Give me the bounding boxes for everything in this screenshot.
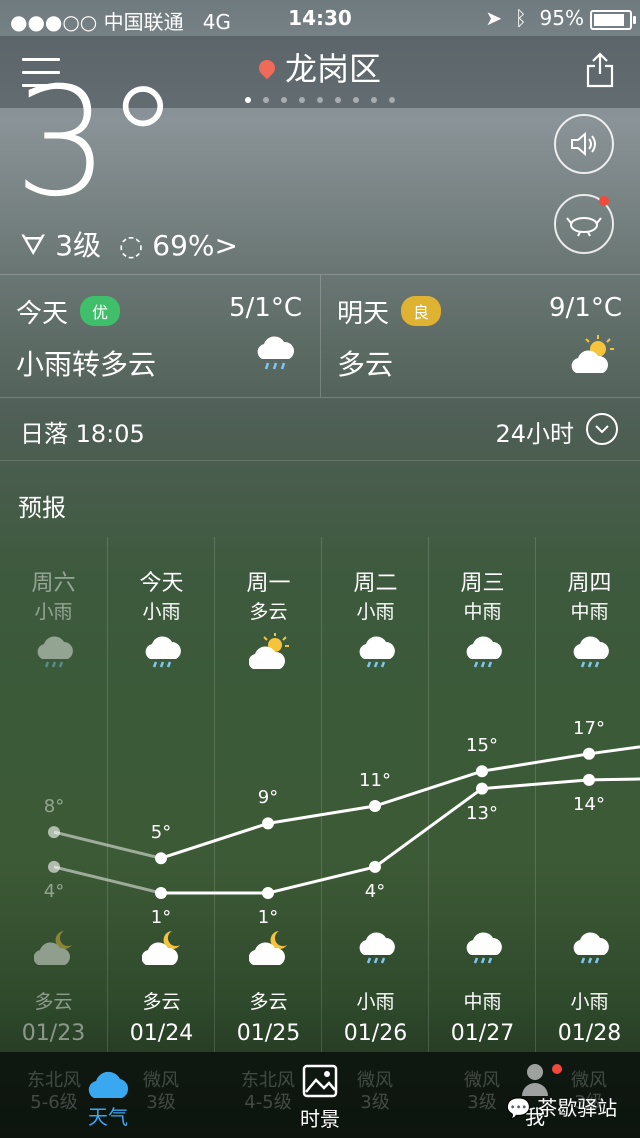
- high-temp-label: 9°: [257, 787, 279, 809]
- high-temp-line: [588, 745, 640, 756]
- notification-dot: [552, 1064, 562, 1074]
- rain-cloud-icon: [257, 336, 294, 370]
- high-temp-point: [583, 747, 595, 760]
- high-temp-line: [481, 752, 590, 773]
- high-temp-point: [369, 800, 381, 812]
- bird-icon: [566, 217, 602, 237]
- notification-dot: [599, 196, 609, 206]
- photo-icon: [302, 1064, 338, 1098]
- today-card[interactable]: 今天优 5/1°C 小雨转多云: [0, 275, 321, 397]
- wind-icon: ᗊ: [20, 229, 47, 262]
- tomorrow-condition: 多云: [337, 348, 394, 381]
- sunset-row: 日落 18:05 24小时: [0, 396, 640, 461]
- battery-percent: ➤ ᛒ 95%: [485, 6, 584, 30]
- wind-humidity[interactable]: ᗊ 3级 ◌ 69%>: [20, 224, 238, 264]
- low-temp-label: 13°: [466, 802, 498, 824]
- tab-weather-label: 天气: [88, 1105, 128, 1129]
- low-temp-line: [481, 778, 590, 791]
- chevron-down-icon[interactable]: [586, 413, 618, 445]
- tab-scenery-label: 时景: [300, 1107, 340, 1131]
- high-temp-point: [48, 826, 60, 839]
- today-condition: 小雨转多云: [16, 348, 157, 381]
- watermark: 💬 茶歇驿站: [506, 1096, 618, 1120]
- share-icon[interactable]: [586, 52, 614, 88]
- person-icon: [522, 1064, 548, 1096]
- low-temp-point: [476, 782, 488, 795]
- high-temp-label: 17°: [573, 717, 605, 739]
- low-temp-label: 1°: [257, 907, 279, 928]
- today-label: 今天: [16, 299, 69, 329]
- low-temp-label: 4°: [43, 880, 65, 902]
- hourly-toggle[interactable]: 24小时: [495, 414, 574, 449]
- tab-scenery[interactable]: 时景: [290, 1064, 350, 1132]
- drop-icon: ◌: [118, 229, 144, 262]
- status-bar: ●●●○○ 中国联通 4G 14:30 ➤ ᛒ 95%: [0, 0, 640, 36]
- sunset-time: 日落 18:05: [20, 420, 145, 448]
- aqi-badge: 良: [401, 296, 442, 326]
- high-temp-label: 11°: [359, 770, 391, 791]
- current-temp: 3°: [14, 56, 180, 230]
- low-temp-point: [48, 860, 60, 873]
- wechat-icon: 💬: [506, 1096, 531, 1120]
- tomorrow-label: 明天: [337, 299, 390, 329]
- low-temp-label: 4°: [364, 880, 386, 902]
- low-temp-label: 1°: [150, 907, 172, 928]
- location-pin-icon: [255, 56, 279, 80]
- today-high-low: 5/1°C: [229, 293, 302, 323]
- high-temp-point: [155, 852, 167, 865]
- low-temp-point: [155, 887, 167, 899]
- day-cards: 今天优 5/1°C 小雨转多云 明天良 9/1°C 多云: [0, 274, 640, 398]
- high-temp-point: [262, 817, 274, 830]
- high-temp-point: [476, 765, 488, 778]
- high-temp-label: 5°: [150, 822, 172, 844]
- low-temp-label: 14°: [573, 793, 605, 815]
- speaker-icon: [571, 131, 596, 157]
- tab-bar: 东北风 5-6级 微风 3级 东北风 4-5级 微风 3级 微风 3级 微风 3级 天气 时景 我 💬…: [0, 1052, 640, 1138]
- temperature-chart: [48, 745, 640, 899]
- high-temp-line: [267, 804, 376, 825]
- high-temp-label: 8°: [43, 796, 65, 818]
- tab-weather[interactable]: 天气: [78, 1066, 138, 1130]
- battery-icon: [590, 10, 636, 30]
- sun-cloud-icon: [571, 335, 614, 373]
- high-temp-label: 15°: [466, 735, 498, 757]
- speaker-button[interactable]: [554, 114, 614, 174]
- low-temp-point: [583, 773, 595, 786]
- cloud-icon: [88, 1071, 129, 1098]
- forecast-title: 预报: [18, 494, 66, 522]
- low-temp-point: [262, 887, 274, 899]
- low-temp-line: [588, 777, 640, 782]
- low-temp-point: [369, 860, 381, 873]
- tomorrow-card[interactable]: 明天良 9/1°C 多云: [321, 275, 640, 397]
- aqi-badge: 优: [80, 296, 121, 326]
- tomorrow-high-low: 9/1°C: [549, 293, 622, 323]
